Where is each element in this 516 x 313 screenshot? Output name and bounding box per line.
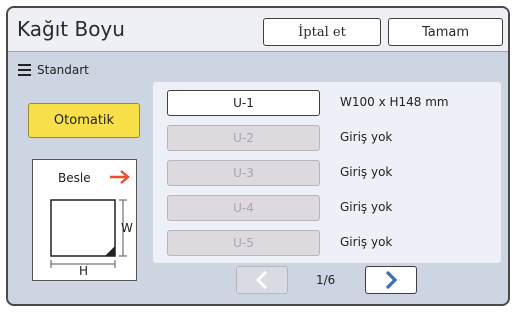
slot-description: Giriş yok (340, 235, 393, 249)
slot-description: Giriş yok (340, 200, 393, 214)
slot-u2-button[interactable]: U-2 (167, 125, 320, 151)
slot-u1-button[interactable]: U-1 (167, 90, 320, 116)
chevron-left-icon (255, 270, 268, 290)
feed-arrow-icon (110, 170, 130, 184)
slot-u4-button[interactable]: U-4 (167, 195, 320, 221)
slot-description: W100 x H148 mm (340, 95, 449, 109)
mode-label: Standart (37, 63, 89, 77)
feed-label: Besle (58, 171, 91, 185)
dialog-header: Kağıt Boyu İptal et Tamam (8, 8, 508, 52)
page-title: Kağıt Boyu (17, 17, 125, 41)
width-label: W (121, 221, 133, 235)
paper-sheet-icon (50, 199, 127, 268)
list-icon (18, 64, 31, 76)
page-indicator: 1/6 (316, 273, 336, 287)
ok-button[interactable]: Tamam (388, 18, 503, 46)
next-page-button[interactable] (365, 266, 417, 294)
slot-u5-button[interactable]: U-5 (167, 230, 320, 256)
cancel-button[interactable]: İptal et (263, 18, 381, 46)
auto-button[interactable]: Otomatik (28, 103, 140, 138)
slot-u3-button[interactable]: U-3 (167, 160, 320, 186)
prev-page-button[interactable] (236, 266, 288, 294)
chevron-right-icon (385, 270, 398, 290)
height-label: H (79, 264, 89, 278)
slot-description: Giriş yok (340, 165, 393, 179)
paper-diagram: Besle W H (32, 159, 137, 281)
custom-size-list: U-1 W100 x H148 mm U-2 Giriş yok U-3 Gir… (153, 82, 501, 263)
paper-size-dialog: Kağıt Boyu İptal et Tamam Standart Otoma… (6, 6, 510, 306)
slot-description: Giriş yok (340, 130, 393, 144)
mode-indicator: Standart (18, 63, 89, 77)
